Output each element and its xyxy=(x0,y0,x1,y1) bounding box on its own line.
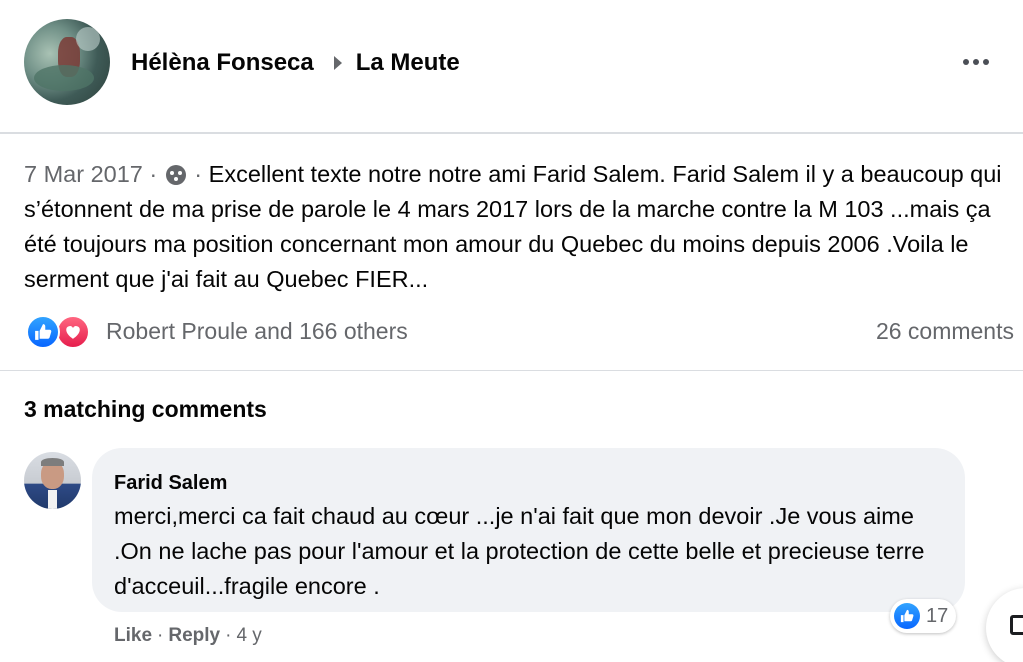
comment-age[interactable]: 4 y xyxy=(236,625,261,647)
comment-author[interactable]: Farid Salem xyxy=(114,472,227,495)
post-body: 7 Mar 2017 · · Excellent texte notre not… xyxy=(24,161,1002,292)
like-icon xyxy=(894,603,920,629)
comment-text: merci,merci ca fait chaud au cœur ...je … xyxy=(114,503,925,599)
comment-reaction-count: 17 xyxy=(926,604,949,627)
like-icon xyxy=(26,315,60,349)
divider xyxy=(0,370,1023,371)
reactions-summary[interactable]: Robert Proule and 166 others xyxy=(106,318,408,345)
love-icon xyxy=(56,315,90,349)
post-header: Hélèna Fonseca La Meute xyxy=(0,0,1023,134)
like-button[interactable]: Like xyxy=(114,625,152,647)
comment-actions: Like · Reply · 4 y xyxy=(114,625,262,647)
group-members-icon xyxy=(165,165,186,185)
dot-icon xyxy=(973,59,979,65)
matching-comments-heading: 3 matching comments xyxy=(24,396,267,422)
more-options-button[interactable] xyxy=(958,52,994,72)
author-avatar[interactable] xyxy=(24,19,110,105)
reply-button[interactable]: Reply xyxy=(168,625,220,647)
dot-icon xyxy=(963,59,969,65)
author-line: Hélèna Fonseca La Meute xyxy=(131,48,460,78)
post-date[interactable]: 7 Mar 2017 xyxy=(24,161,143,187)
comments-count-link[interactable]: 26 comments xyxy=(876,318,1014,345)
new-message-button[interactable] xyxy=(986,588,1023,662)
dot-icon xyxy=(983,59,989,65)
reactions-bar: Robert Proule and 166 others 26 comments xyxy=(24,313,1014,349)
caret-right-icon xyxy=(333,56,342,70)
author-name[interactable]: Hélèna Fonseca xyxy=(131,49,314,77)
comment-reactions[interactable]: 17 xyxy=(890,599,957,633)
commenter-avatar[interactable] xyxy=(24,452,81,509)
compose-icon xyxy=(1010,615,1023,635)
reaction-icons[interactable] xyxy=(24,314,94,349)
group-name[interactable]: La Meute xyxy=(356,49,460,77)
